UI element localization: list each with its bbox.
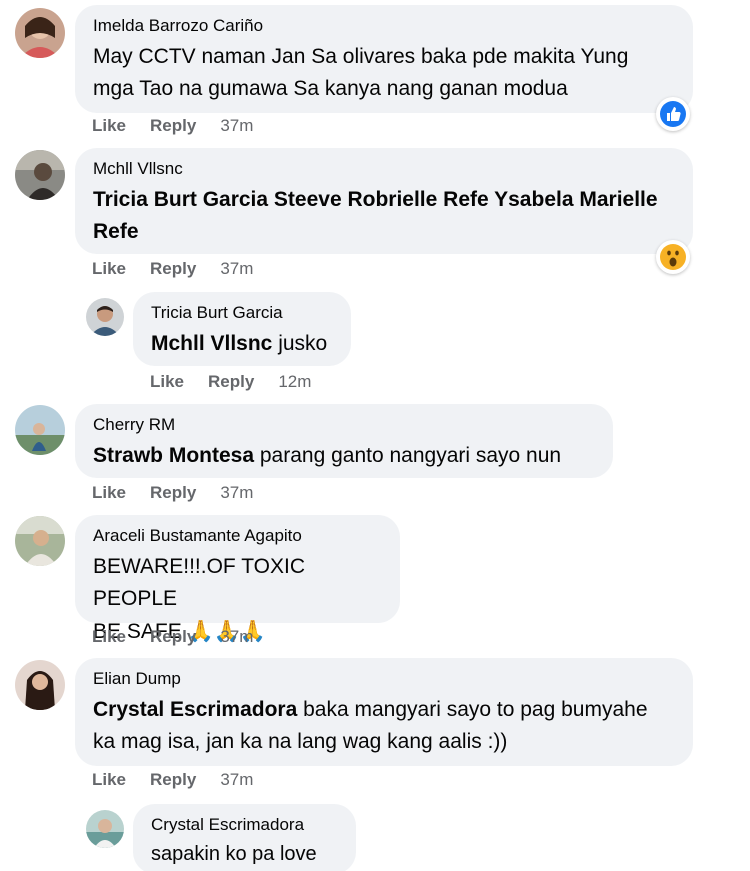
like-button[interactable]: Like bbox=[92, 627, 126, 647]
reply-button[interactable]: Reply bbox=[150, 770, 196, 790]
reply-button[interactable]: Reply bbox=[150, 627, 196, 647]
comment-bubble: Cherry RM Strawb Montesa parang ganto na… bbox=[75, 404, 613, 478]
avatar[interactable] bbox=[15, 150, 65, 200]
comment-text: Mchll Vllsnc jusko bbox=[151, 328, 333, 360]
reply-button[interactable]: Reply bbox=[150, 116, 196, 136]
comment-actions: Like Reply 37m bbox=[92, 116, 253, 136]
like-button[interactable]: Like bbox=[92, 116, 126, 136]
wow-icon bbox=[660, 244, 686, 270]
comment-author[interactable]: Elian Dump bbox=[93, 668, 675, 690]
timestamp[interactable]: 37m bbox=[220, 627, 253, 647]
avatar[interactable] bbox=[15, 405, 65, 455]
comment-author[interactable]: Araceli Bustamante Agapito bbox=[93, 525, 382, 547]
timestamp[interactable]: 37m bbox=[220, 483, 253, 503]
comment-author[interactable]: Mchll Vllsnc bbox=[93, 158, 675, 180]
comment-text: Crystal Escrimadora baka mangyari sayo t… bbox=[93, 694, 675, 758]
comment-actions: Like Reply 12m bbox=[150, 372, 311, 392]
comment-line-1: BEWARE!!!.OF TOXIC PEOPLE bbox=[93, 555, 305, 610]
reply-button[interactable]: Reply bbox=[150, 259, 196, 279]
comment-author[interactable]: Cherry RM bbox=[93, 414, 595, 436]
comment-body: parang ganto nangyari sayo nun bbox=[254, 444, 562, 467]
avatar[interactable] bbox=[15, 516, 65, 566]
mention-link[interactable]: Strawb Montesa bbox=[93, 444, 254, 467]
comment-bubble: Araceli Bustamante Agapito BEWARE!!!.OF … bbox=[75, 515, 400, 643]
reaction-badge[interactable] bbox=[656, 240, 690, 274]
comment-author[interactable]: Crystal Escrimadora bbox=[151, 814, 338, 836]
reply-button[interactable]: Reply bbox=[208, 372, 254, 392]
comment-bubble: Elian Dump Crystal Escrimadora baka mang… bbox=[75, 658, 693, 766]
comment-bubble: Imelda Barrozo Cariño May CCTV naman Jan… bbox=[75, 5, 693, 113]
mention-link[interactable]: Crystal Escrimadora bbox=[93, 698, 297, 721]
comment-actions: Like Reply 37m bbox=[92, 483, 253, 503]
comment-author[interactable]: Tricia Burt Garcia bbox=[151, 302, 333, 324]
mention-link[interactable]: Mchll Vllsnc bbox=[151, 332, 272, 355]
avatar[interactable] bbox=[15, 660, 65, 710]
comment-text: Strawb Montesa parang ganto nangyari say… bbox=[93, 440, 595, 472]
comment-bubble: Crystal Escrimadora sapakin ko pa love bbox=[133, 804, 356, 871]
timestamp[interactable]: 12m bbox=[278, 372, 311, 392]
timestamp[interactable]: 37m bbox=[220, 116, 253, 136]
timestamp[interactable]: 37m bbox=[220, 259, 253, 279]
comment-bubble: Tricia Burt Garcia Mchll Vllsnc jusko bbox=[133, 292, 351, 366]
comment-body: jusko bbox=[272, 332, 328, 355]
reply-button[interactable]: Reply bbox=[150, 483, 196, 503]
like-button[interactable]: Like bbox=[92, 259, 126, 279]
comment-bubble: Mchll Vllsnc Tricia Burt Garcia Steeve R… bbox=[75, 148, 693, 254]
comment-author[interactable]: Imelda Barrozo Cariño bbox=[93, 15, 675, 37]
comment-actions: Like Reply 37m bbox=[92, 770, 253, 790]
like-button[interactable]: Like bbox=[92, 483, 126, 503]
comment-actions: Like Reply 37m bbox=[92, 627, 253, 647]
reaction-badge[interactable] bbox=[656, 97, 690, 131]
avatar[interactable] bbox=[86, 810, 124, 848]
like-button[interactable]: Like bbox=[150, 372, 184, 392]
avatar[interactable] bbox=[15, 8, 65, 58]
comment-actions: Like Reply 37m bbox=[92, 259, 253, 279]
avatar[interactable] bbox=[86, 298, 124, 336]
like-button[interactable]: Like bbox=[92, 770, 126, 790]
comment-mentions[interactable]: Tricia Burt Garcia Steeve Robrielle Refe… bbox=[93, 184, 675, 248]
timestamp[interactable]: 37m bbox=[220, 770, 253, 790]
comment-text: May CCTV naman Jan Sa olivares baka pde … bbox=[93, 45, 629, 100]
comment-text: sapakin ko pa love bbox=[151, 843, 317, 865]
like-icon bbox=[660, 101, 686, 127]
